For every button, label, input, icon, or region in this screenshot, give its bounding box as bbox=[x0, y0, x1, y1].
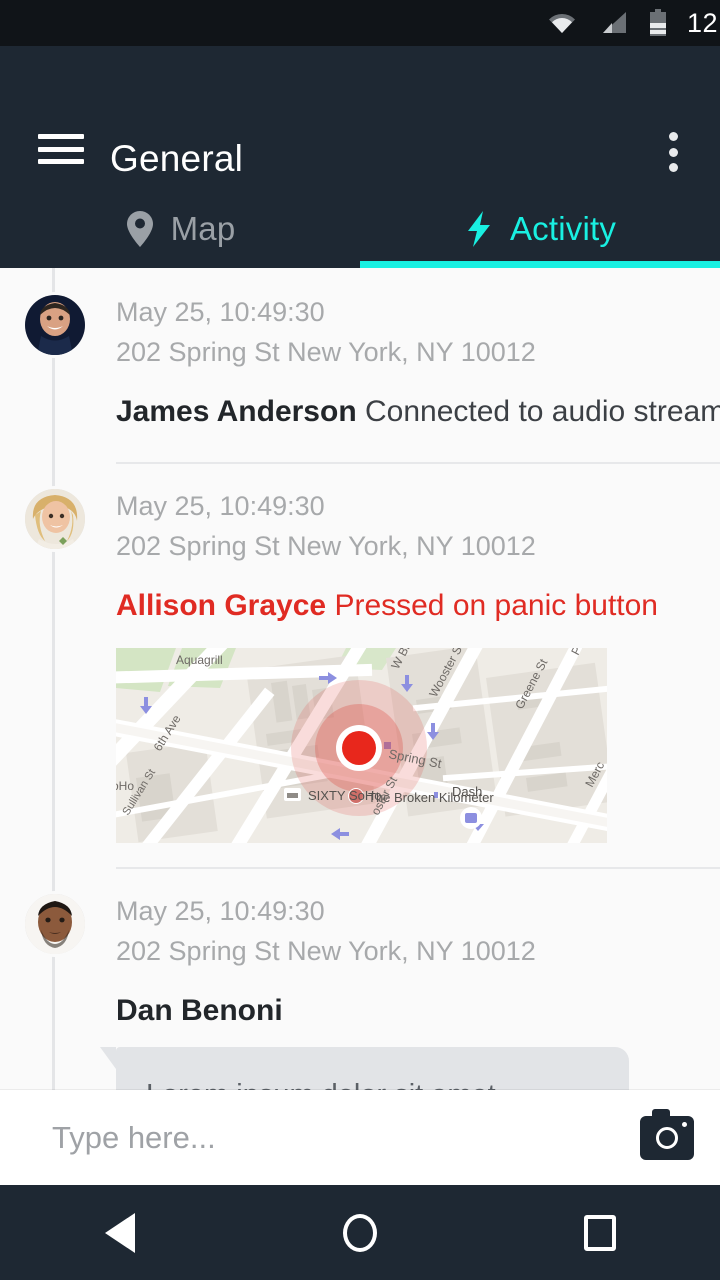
map-pin-icon bbox=[125, 209, 155, 249]
message-text: Lorem ipsum dolor sit amet, consectetur bbox=[146, 1073, 599, 1090]
actor-name: Dan Benoni bbox=[116, 994, 283, 1027]
activity-item[interactable]: May 25, 10:49:30 202 Spring St New York,… bbox=[0, 464, 720, 869]
message-bubble[interactable]: Lorem ipsum dolor sit amet, consectetur bbox=[100, 1047, 629, 1090]
status-bar: 12: bbox=[0, 0, 720, 46]
event-text: James Anderson Connected to audio stream bbox=[116, 390, 720, 434]
timestamp: May 25, 10:49:30 bbox=[116, 491, 325, 521]
activity-body: May 25, 10:49:30 202 Spring St New York,… bbox=[116, 486, 720, 843]
overflow-menu-icon[interactable] bbox=[656, 129, 690, 175]
camera-icon[interactable] bbox=[640, 1108, 694, 1160]
system-navigation-bar bbox=[0, 1185, 720, 1280]
message-bubble-wrap: Lorem ipsum dolor sit amet, consectetur bbox=[100, 1047, 690, 1090]
status-bar-icons bbox=[547, 9, 667, 37]
tab-activity-label: Activity bbox=[509, 210, 617, 247]
event-text: Allison Grayce Pressed on panic button bbox=[116, 584, 690, 628]
address: 202 Spring St New York, NY 10012 bbox=[116, 337, 536, 367]
action-text: Connected to audio stream bbox=[365, 395, 720, 428]
tab-map[interactable]: Map bbox=[0, 190, 360, 268]
tab-activity[interactable]: Activity bbox=[360, 190, 720, 268]
tab-map-label: Map bbox=[170, 210, 236, 247]
avatar[interactable] bbox=[22, 292, 88, 358]
action-text: Pressed on panic button bbox=[334, 589, 658, 622]
avatar[interactable] bbox=[22, 891, 88, 957]
cellular-signal-icon bbox=[599, 11, 627, 35]
message-input[interactable] bbox=[52, 1119, 640, 1156]
hamburger-menu-icon[interactable] bbox=[38, 134, 84, 164]
svg-text:SoHo: SoHo bbox=[116, 779, 134, 793]
activity-item[interactable]: May 25, 10:49:30 202 Spring St New York,… bbox=[0, 869, 720, 1090]
app-bar: General Map Activity bbox=[0, 46, 720, 268]
address: 202 Spring St New York, NY 10012 bbox=[116, 936, 536, 966]
timestamp: May 25, 10:49:30 bbox=[116, 896, 325, 926]
message-composer bbox=[0, 1090, 720, 1185]
lightning-bolt-icon bbox=[464, 209, 494, 249]
avatar[interactable] bbox=[22, 486, 88, 552]
battery-icon bbox=[649, 9, 667, 37]
panic-map-thumbnail[interactable]: Aquagrill 6th Ave Sullivan St SoHo SIXTY… bbox=[116, 648, 607, 843]
activity-item[interactable]: May 25, 10:49:30 202 Spring St New York,… bbox=[0, 268, 720, 464]
svg-text:Dash: Dash bbox=[452, 784, 482, 799]
page-title: General bbox=[110, 138, 244, 179]
activity-body: May 25, 10:49:30 202 Spring St New York,… bbox=[100, 891, 720, 1090]
activity-body: May 25, 10:49:30 202 Spring St New York,… bbox=[116, 292, 720, 434]
address: 202 Spring St New York, NY 10012 bbox=[116, 531, 536, 561]
wifi-icon bbox=[547, 11, 577, 35]
svg-text:Aquagrill: Aquagrill bbox=[176, 653, 223, 667]
timestamp: May 25, 10:49:30 bbox=[116, 297, 325, 327]
home-circle-icon[interactable] bbox=[300, 1185, 420, 1280]
back-triangle-icon[interactable] bbox=[60, 1185, 180, 1280]
active-tab-indicator bbox=[360, 261, 720, 268]
recents-square-icon[interactable] bbox=[540, 1185, 660, 1280]
actor-name: James Anderson bbox=[116, 395, 357, 428]
activity-feed[interactable]: May 25, 10:49:30 202 Spring St New York,… bbox=[0, 268, 720, 1090]
status-bar-clock: 12: bbox=[686, 7, 720, 38]
tab-bar: Map Activity bbox=[0, 190, 720, 268]
actor-name: Allison Grayce bbox=[116, 589, 327, 622]
event-text: Dan Benoni bbox=[116, 989, 690, 1033]
